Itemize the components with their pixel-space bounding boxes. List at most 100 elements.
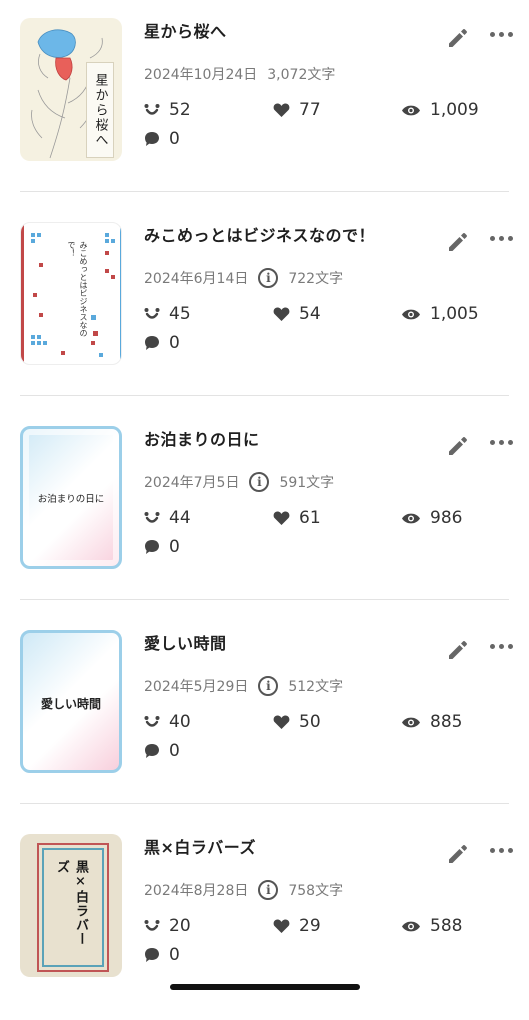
cover-title: 黒×白ラバーズ bbox=[54, 860, 88, 946]
work-title[interactable]: 愛しい時間 bbox=[144, 630, 227, 654]
comments-count: 0 bbox=[169, 741, 180, 761]
reactions-stat: 40 bbox=[144, 712, 191, 732]
likes-stat: 54 bbox=[273, 304, 321, 324]
more-options-button[interactable] bbox=[490, 640, 516, 652]
likes-stat: 50 bbox=[273, 712, 321, 732]
reactions-stat: 45 bbox=[144, 304, 191, 324]
work-char-count: 722文字 bbox=[288, 271, 344, 287]
reactions-count: 20 bbox=[169, 916, 191, 936]
speech-bubble-icon bbox=[145, 336, 159, 350]
work-date: 2024年8月28日 bbox=[144, 883, 249, 899]
comments-count: 0 bbox=[169, 945, 180, 965]
work-item[interactable]: 愛しい時間 愛しい時間 2024年5月29日 i 512文字 40 50 885… bbox=[0, 612, 529, 816]
pencil-icon bbox=[449, 437, 467, 455]
views-stat: 1,005 bbox=[401, 304, 479, 324]
reactions-count: 45 bbox=[169, 304, 191, 324]
smile-icon bbox=[144, 308, 160, 319]
work-char-count: 591文字 bbox=[279, 475, 335, 491]
work-cover[interactable]: 愛しい時間 bbox=[20, 630, 122, 773]
work-cover[interactable]: 星から桜へ bbox=[20, 18, 122, 161]
edit-button[interactable] bbox=[446, 434, 470, 458]
edit-button[interactable] bbox=[446, 638, 470, 662]
work-title[interactable]: 黒×白ラバーズ bbox=[144, 834, 256, 858]
info-icon[interactable]: i bbox=[258, 676, 279, 696]
views-count: 1,005 bbox=[430, 304, 479, 324]
cover-title: 星から桜へ bbox=[86, 62, 114, 158]
views-stat: 986 bbox=[401, 508, 462, 528]
views-count: 986 bbox=[430, 508, 463, 528]
work-cover[interactable]: みこめっとはビジネスなので！ bbox=[20, 222, 122, 365]
edit-button[interactable] bbox=[446, 842, 470, 866]
more-options-button[interactable] bbox=[490, 436, 516, 448]
smile-icon bbox=[144, 920, 160, 931]
works-list: 星から桜へ 星から桜へ 2024年10月24日 3,072文字 52 77 1,… bbox=[0, 0, 529, 1020]
more-options-button[interactable] bbox=[490, 232, 516, 244]
likes-count: 61 bbox=[299, 508, 321, 528]
work-cover[interactable]: 黒×白ラバーズ bbox=[20, 834, 122, 977]
work-title[interactable]: みこめっとはビジネスなので！ bbox=[144, 222, 375, 246]
work-item[interactable]: みこめっとはビジネスなので！ みこめっとはビジネスなので！ 2024年6月14日… bbox=[0, 204, 529, 408]
work-date: 2024年5月29日 bbox=[144, 679, 249, 695]
comments-stat: 0 bbox=[144, 741, 180, 761]
reactions-stat: 52 bbox=[144, 100, 191, 120]
work-meta: 2024年5月29日 i 512文字 bbox=[144, 676, 343, 696]
edit-button[interactable] bbox=[446, 230, 470, 254]
reactions-stat: 44 bbox=[144, 508, 191, 528]
info-icon[interactable]: i bbox=[258, 268, 279, 288]
heart-icon bbox=[273, 715, 290, 729]
eye-icon bbox=[402, 921, 420, 931]
heart-icon bbox=[273, 307, 290, 321]
reactions-count: 40 bbox=[169, 712, 191, 732]
comments-stat: 0 bbox=[144, 537, 180, 557]
work-item[interactable]: お泊まりの日に お泊まりの日に 2024年7月5日 i 591文字 44 61 … bbox=[0, 408, 529, 612]
speech-bubble-icon bbox=[145, 744, 159, 758]
work-char-count: 512文字 bbox=[288, 679, 344, 695]
edit-button[interactable] bbox=[446, 26, 470, 50]
work-item[interactable]: 星から桜へ 星から桜へ 2024年10月24日 3,072文字 52 77 1,… bbox=[0, 0, 529, 204]
likes-count: 77 bbox=[299, 100, 321, 120]
info-icon[interactable]: i bbox=[249, 472, 270, 492]
views-stat: 885 bbox=[401, 712, 462, 732]
speech-bubble-icon bbox=[145, 540, 159, 554]
likes-stat: 77 bbox=[273, 100, 321, 120]
smile-icon bbox=[144, 716, 160, 727]
speech-bubble-icon bbox=[145, 948, 159, 962]
work-cover[interactable]: お泊まりの日に bbox=[20, 426, 122, 569]
work-title[interactable]: 星から桜へ bbox=[144, 18, 227, 42]
divider bbox=[20, 191, 509, 192]
work-title[interactable]: お泊まりの日に bbox=[144, 426, 260, 450]
comments-stat: 0 bbox=[144, 945, 180, 965]
pencil-icon bbox=[449, 845, 467, 863]
comments-count: 0 bbox=[169, 129, 180, 149]
divider bbox=[20, 599, 509, 600]
cover-title: みこめっとはビジネスなので！ bbox=[67, 241, 88, 337]
more-options-button[interactable] bbox=[490, 28, 516, 40]
more-options-button[interactable] bbox=[490, 844, 516, 856]
divider bbox=[20, 395, 509, 396]
work-meta: 2024年8月28日 i 758文字 bbox=[144, 880, 343, 900]
reactions-count: 44 bbox=[169, 508, 191, 528]
info-icon[interactable]: i bbox=[258, 880, 279, 900]
eye-icon bbox=[402, 309, 420, 319]
views-stat: 1,009 bbox=[401, 100, 479, 120]
eye-icon bbox=[402, 513, 420, 523]
work-meta: 2024年7月5日 i 591文字 bbox=[144, 472, 334, 492]
work-char-count: 3,072文字 bbox=[267, 67, 336, 83]
divider bbox=[20, 803, 509, 804]
work-meta: 2024年6月14日 i 722文字 bbox=[144, 268, 343, 288]
work-date: 2024年7月5日 bbox=[144, 475, 240, 491]
ellipsis-icon bbox=[490, 439, 495, 445]
eye-icon bbox=[402, 105, 420, 115]
work-meta: 2024年10月24日 3,072文字 bbox=[144, 64, 335, 84]
comments-count: 0 bbox=[169, 537, 180, 557]
smile-icon bbox=[144, 104, 160, 115]
cover-title: お泊まりの日に bbox=[37, 494, 105, 505]
pencil-icon bbox=[449, 29, 467, 47]
speech-bubble-icon bbox=[145, 132, 159, 146]
home-indicator[interactable] bbox=[170, 984, 360, 990]
pencil-icon bbox=[449, 641, 467, 659]
views-stat: 588 bbox=[401, 916, 462, 936]
ellipsis-icon bbox=[490, 235, 495, 241]
views-count: 1,009 bbox=[430, 100, 479, 120]
heart-icon bbox=[273, 511, 290, 525]
